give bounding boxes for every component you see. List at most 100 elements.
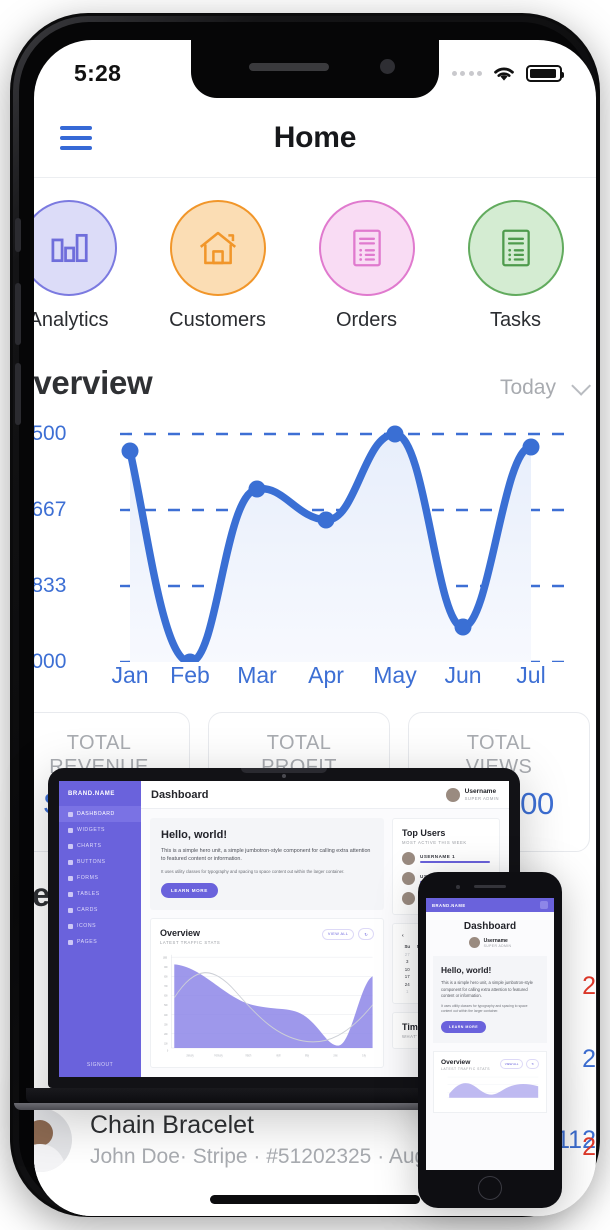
sidebar-item-label: PAGES <box>77 939 98 945</box>
category-item-orders[interactable]: Orders <box>306 200 427 340</box>
hamburger-menu-icon[interactable] <box>540 901 548 909</box>
x-axis-tick: Jun <box>444 662 482 688</box>
svg-text:February: February <box>214 1053 223 1058</box>
sidebar-item-label: TABLES <box>77 891 100 897</box>
category-strip[interactable]: Analytics Customers Orders Tasks <box>34 178 596 350</box>
chevron-down-icon <box>571 375 592 396</box>
user-menu[interactable]: Username SUPER ADMIN <box>426 937 554 948</box>
refresh-icon[interactable]: ↻ <box>358 928 374 941</box>
bar-chart-icon <box>34 200 117 296</box>
calendar-day[interactable]: 1 <box>402 989 412 994</box>
view-all-button[interactable]: VIEW ALL <box>321 928 355 940</box>
avatar <box>468 937 480 948</box>
sidebar-item-pages[interactable]: PAGES <box>59 934 141 950</box>
x-axis-tick: Feb <box>170 662 210 688</box>
status-time: 5:28 <box>74 59 122 86</box>
category-label: Tasks <box>489 309 542 331</box>
top-users-title: Top Users <box>402 828 446 838</box>
learn-more-button[interactable]: LEARN MORE <box>441 1020 487 1033</box>
smartphone-camera-icon <box>456 885 460 889</box>
category-label: Customers <box>169 309 266 331</box>
overview-card-title: Overview <box>441 1058 471 1066</box>
learn-more-button[interactable]: LEARN MORE <box>161 883 218 899</box>
sidebar-item-cards[interactable]: CARDS <box>59 902 141 918</box>
username-label: Username <box>483 937 508 944</box>
brand-name: BRAND.NAME <box>432 902 466 908</box>
home-indicator[interactable] <box>210 1195 420 1204</box>
smartphone-overview-chart <box>447 1076 539 1098</box>
chevron-left-icon[interactable]: ‹ <box>402 933 404 939</box>
svg-text:300: 300 <box>164 1022 168 1027</box>
overview-card-header: Overview LATEST TRAFFIC STATS VIEW ALL ↻ <box>441 1058 539 1071</box>
category-item-analytics[interactable]: Analytics <box>34 200 129 340</box>
svg-text:January: January <box>186 1053 194 1058</box>
calendar-day[interactable]: 3 <box>402 959 412 964</box>
user-menu[interactable]: Username SUPER ADMIN <box>445 787 499 802</box>
front-camera-icon <box>380 59 395 74</box>
hero-paragraph-2: It uses utility classes for typography a… <box>161 868 345 874</box>
sidebar-item-dashboard[interactable]: DASHBOARD <box>59 806 141 822</box>
sidebar-item-forms[interactable]: FORMS <box>59 870 141 886</box>
silent-switch-button[interactable] <box>15 218 21 252</box>
widgets-icon <box>68 827 73 833</box>
overview-card-header: Overview LATEST TRAFFIC STATS VIEW ALL ↻ <box>160 928 374 945</box>
x-axis-labels: Jan Feb Mar Apr May Jun Jul <box>34 662 596 702</box>
pages-icon <box>68 939 73 945</box>
wifi-icon <box>494 67 514 81</box>
period-selector[interactable]: Today <box>500 375 592 400</box>
smartphone-page-title: Dashboard <box>463 921 517 932</box>
volume-down-button[interactable] <box>15 363 21 425</box>
calendar-day[interactable]: 10 <box>402 967 412 972</box>
sidebar-item-tables[interactable]: TABLES <box>59 886 141 902</box>
refresh-icon[interactable]: ↻ <box>526 1058 539 1069</box>
x-axis-tick: May <box>373 662 417 688</box>
avatar <box>34 1200 72 1216</box>
category-item-tasks[interactable]: Tasks <box>455 200 576 340</box>
sidebar-item-label: FORMS <box>77 875 99 881</box>
svg-text:700: 700 <box>164 984 168 989</box>
laptop-page-title: Dashboard <box>151 788 209 801</box>
svg-text:0: 0 <box>167 1048 168 1053</box>
order-price-fragment: 2 <box>582 1045 596 1073</box>
calendar-day[interactable]: 24 <box>402 982 412 987</box>
view-all-button[interactable]: VIEW ALL <box>499 1058 524 1069</box>
overview-card: Overview LATEST TRAFFIC STATS VIEW ALL ↻ <box>433 1050 547 1114</box>
x-axis-tick: Mar <box>237 662 277 688</box>
hero-paragraph-1: This is a simple hero unit, a simple jum… <box>441 980 533 999</box>
overview-header: Overview Today <box>34 350 592 406</box>
x-axis-tick: Apr <box>308 662 344 688</box>
x-axis-tick: Jul <box>516 662 546 688</box>
calendar-day[interactable]: 17 <box>402 974 412 979</box>
battery-icon <box>526 64 564 82</box>
signout-button[interactable]: SIGNOUT <box>59 1062 141 1068</box>
overview-title: Overview <box>34 364 153 401</box>
sidebar-item-icons[interactable]: ICONS <box>59 918 141 934</box>
sidebar-item-charts[interactable]: CHARTS <box>59 838 141 854</box>
sidebar-item-label: BUTTONS <box>77 859 106 865</box>
overview-line-chart: 32500 30667 28833 27000 Jan Feb Mar Apr … <box>34 412 596 702</box>
smartphone-home-button[interactable] <box>478 1176 502 1200</box>
smartphone-topbar: BRAND.NAME <box>426 898 554 912</box>
svg-text:500: 500 <box>164 1003 168 1008</box>
cards-icon <box>68 907 73 913</box>
laptop-sidebar[interactable]: BRAND.NAME DASHBOARD WIDGETS CHARTS BUTT… <box>59 781 141 1077</box>
top-users-subtitle: MOST ACTIVE THIS WEEK <box>402 840 467 845</box>
sidebar-item-buttons[interactable]: BUTTONS <box>59 854 141 870</box>
top-user-name: USERNAME 1 <box>420 853 456 859</box>
tables-icon <box>68 891 73 897</box>
svg-text:June: June <box>333 1053 338 1058</box>
progress-bar <box>420 861 490 864</box>
smartphone-device-mockup: BRAND.NAME Dashboard Username SUPER ADMI… <box>418 872 562 1208</box>
sidebar-item-label: DASHBOARD <box>77 811 115 817</box>
notes-icon <box>467 200 564 296</box>
calendar-day[interactable]: 27 <box>402 952 412 957</box>
calendar-dow: Su <box>404 944 410 949</box>
overview-card: Overview LATEST TRAFFIC STATS VIEW ALL ↻ <box>150 918 384 1068</box>
volume-up-button[interactable] <box>15 283 21 345</box>
hamburger-menu-icon[interactable] <box>60 118 106 158</box>
overview-card-actions[interactable]: VIEW ALL ↻ <box>321 928 374 941</box>
sidebar-item-widgets[interactable]: WIDGETS <box>59 822 141 838</box>
top-user-row[interactable]: USERNAME 1 <box>402 852 490 865</box>
earpiece-speaker <box>249 63 329 71</box>
category-item-customers[interactable]: Customers <box>157 200 278 340</box>
